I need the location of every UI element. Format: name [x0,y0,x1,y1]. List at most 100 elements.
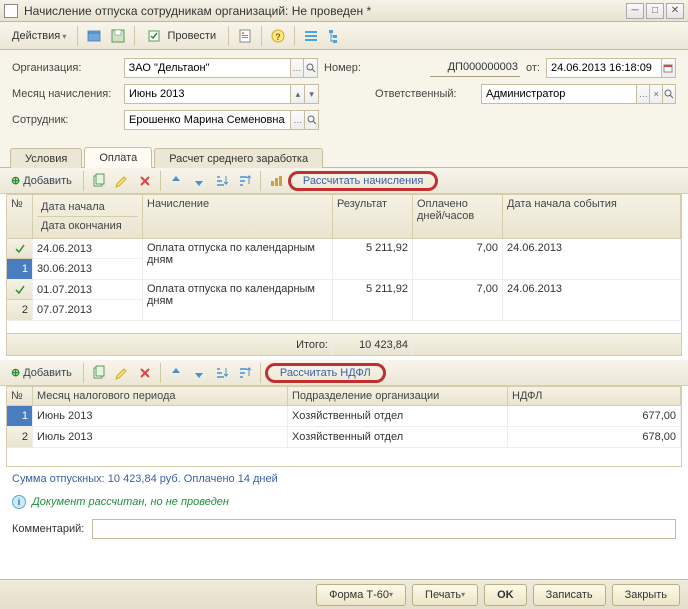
grid-header: № Дата начала Дата окончания Начисление … [7,195,681,239]
number-value: ДП000000003 [430,59,520,77]
form-t60-button[interactable]: Форма Т-60 [316,584,406,606]
table-row[interactable]: 2 Июль 2013 Хозяйственный отдел 678,00 [7,427,681,448]
ndfl-toolbar: ⊕ Добавить Рассчитать НДФЛ [0,360,688,386]
col-month[interactable]: Месяц налогового периода [33,387,288,405]
responsible-input[interactable] [482,85,636,103]
move-up-icon[interactable] [165,362,187,384]
copy-icon[interactable] [88,362,110,384]
search-icon[interactable] [303,59,317,77]
tab-payment[interactable]: Оплата [84,147,152,168]
month-field[interactable]: ▴ ▾ [124,84,319,104]
ellipsis-icon[interactable]: … [290,111,304,129]
refresh-icon[interactable] [83,25,105,47]
ellipsis-icon[interactable]: … [636,85,649,103]
col-num[interactable]: № [7,195,33,238]
table-row[interactable]: 2 01.07.2013 07.07.2013 Оплата отпуска п… [7,280,681,321]
edit-icon[interactable] [111,170,133,192]
date-field[interactable] [546,58,676,78]
move-down-icon[interactable] [188,170,210,192]
table-row[interactable]: 1 24.06.2013 30.06.2013 Оплата отпуска п… [7,239,681,280]
info-icon: i [12,495,26,509]
responsible-label: Ответственный: [375,88,475,100]
close-button[interactable]: Закрыть [612,584,680,606]
col-date-start: Дата начала [37,198,138,217]
plus-icon: ⊕ [11,174,20,187]
from-label: от: [526,62,540,74]
save-button[interactable]: Записать [533,584,606,606]
grid-header: № Месяц налогового периода Подразделение… [7,387,681,406]
tab-conditions[interactable]: Условия [10,148,82,168]
col-num[interactable]: № [7,387,33,405]
search-icon[interactable] [304,111,318,129]
calc-ndfl-link[interactable]: Рассчитать НДФЛ [265,363,386,383]
grid-body: 1 24.06.2013 30.06.2013 Оплата отпуска п… [7,239,681,333]
col-accrual[interactable]: Начисление [143,195,333,238]
delete-icon[interactable] [134,170,156,192]
separator [260,363,261,383]
main-toolbar: Действия Провести ? [0,22,688,50]
employee-field[interactable]: … [124,110,319,130]
move-down-icon[interactable] [188,362,210,384]
maximize-button[interactable]: □ [646,3,664,19]
print-button[interactable]: Печать [412,584,478,606]
help-icon[interactable]: ? [267,25,289,47]
sort-asc-icon[interactable] [211,362,233,384]
separator [294,26,295,46]
col-result[interactable]: Результат [333,195,413,238]
plus-icon: ⊕ [11,366,20,379]
org-input[interactable] [125,59,290,77]
col-event-date[interactable]: Дата начала события [503,195,681,238]
spin-up-icon[interactable]: ▴ [290,85,304,103]
sort-desc-icon[interactable] [234,362,256,384]
col-paid[interactable]: Оплачено дней/часов [413,195,503,238]
total-row: Итого: 10 423,84 [7,333,681,355]
status-line: i Документ рассчитан, но не проведен [0,491,688,513]
col-dept[interactable]: Подразделение организации [288,387,508,405]
svg-text:?: ? [275,32,281,42]
spin-down-icon[interactable]: ▾ [304,85,318,103]
edit-icon[interactable] [111,362,133,384]
ok-button[interactable]: OK [484,584,527,606]
month-input[interactable] [125,85,290,103]
calendar-icon[interactable] [661,59,675,77]
add-button[interactable]: ⊕ Добавить [4,171,79,190]
col-dates[interactable]: Дата начала Дата окончания [33,195,143,238]
col-ndfl[interactable]: НДФЛ [508,387,681,405]
close-button[interactable]: ✕ [666,3,684,19]
number-label: Номер: [324,62,424,74]
list-icon[interactable] [300,25,322,47]
provesti-button[interactable]: Провести [140,25,223,47]
report-icon[interactable] [234,25,256,47]
calc-icon [14,243,26,255]
ellipsis-icon[interactable]: … [290,59,304,77]
separator [83,363,84,383]
add-label: Добавить [23,175,72,187]
date-input[interactable] [547,59,661,77]
sort-asc-icon[interactable] [211,170,233,192]
clear-icon[interactable]: × [649,85,662,103]
sum-info: Сумма отпускных: 10 423,84 руб. Оплачено… [0,467,688,491]
delete-icon[interactable] [134,362,156,384]
add-label: Добавить [23,367,72,379]
calc-accruals-link[interactable]: Рассчитать начисления [288,171,439,191]
actions-menu[interactable]: Действия [6,28,72,44]
title-bar: Начисление отпуска сотрудникам организац… [0,0,688,22]
copy-icon[interactable] [88,170,110,192]
table-row[interactable]: 1 Июнь 2013 Хозяйственный отдел 677,00 [7,406,681,427]
org-field[interactable]: … [124,58,318,78]
comment-row: Комментарий: [0,513,688,545]
comment-input[interactable] [92,519,676,539]
tab-avg-calc[interactable]: Расчет среднего заработка [154,148,323,168]
responsible-field[interactable]: … × [481,84,676,104]
chart-icon[interactable] [265,170,287,192]
sort-desc-icon[interactable] [234,170,256,192]
search-icon[interactable] [662,85,675,103]
minimize-button[interactable]: ─ [626,3,644,19]
add-button[interactable]: ⊕ Добавить [4,363,79,382]
save-icon[interactable] [107,25,129,47]
separator [77,26,78,46]
tree-icon[interactable] [324,25,346,47]
separator [83,171,84,191]
move-up-icon[interactable] [165,170,187,192]
employee-input[interactable] [125,111,290,129]
